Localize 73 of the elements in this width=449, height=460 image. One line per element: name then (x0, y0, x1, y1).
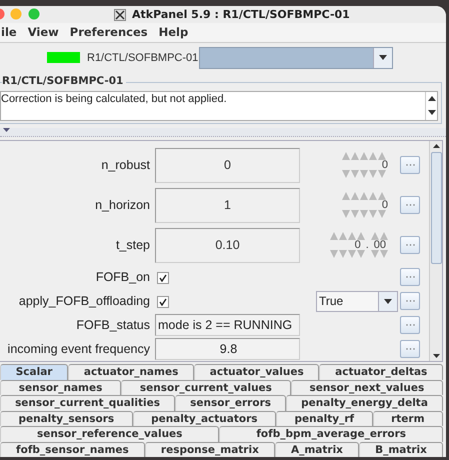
tab[interactable]: A_matrix (274, 442, 360, 457)
scroll-up-icon[interactable] (432, 144, 440, 148)
window-title: AtkPanel 5.9 : R1/CTL/SOFBMPC-01 (132, 8, 350, 21)
increment-arrows-icon[interactable] (342, 152, 388, 160)
value-display: 0.10 (155, 228, 300, 262)
more-button[interactable] (400, 196, 420, 214)
menu-item[interactable]: Preferences (70, 25, 148, 40)
attribute-label: t_step (114, 238, 151, 252)
attribute-label: apply_FOFB_offloading (18, 294, 151, 308)
tab[interactable]: sensor_reference_values (0, 426, 220, 442)
increment-arrows-icon[interactable] (342, 192, 388, 200)
attribute-label: FOFB_status (75, 318, 151, 332)
scroll-up-icon[interactable] (428, 96, 436, 102)
tab[interactable]: B_matrix (359, 442, 443, 457)
decrement-arrows-icon[interactable] (330, 250, 388, 258)
checkbox[interactable] (157, 296, 169, 308)
decrement-arrows-icon[interactable] (342, 170, 388, 178)
value-display: 0 (155, 148, 300, 182)
dropdown-arrow-icon (384, 298, 392, 304)
tab[interactable]: actuator_names (68, 364, 194, 380)
value-display: mode is 2 == RUNNING (155, 314, 300, 336)
decrement-arrows-icon[interactable] (342, 210, 388, 218)
menu-item[interactable]: View (28, 25, 59, 40)
tab[interactable]: rterm (372, 410, 443, 426)
tab[interactable]: actuator_values (194, 364, 320, 380)
tab[interactable]: sensor_next_values (290, 380, 443, 395)
window-controls-icon[interactable] (0, 8, 41, 20)
decimal-point: . (366, 240, 369, 250)
value-display: 1 (155, 188, 300, 222)
device-name: R1/CTL/SOFBMPC-01 (87, 52, 199, 64)
more-button[interactable] (400, 340, 420, 358)
spinner-value[interactable]: 0 (382, 160, 388, 170)
spinner-value[interactable]: 00 (374, 240, 386, 250)
more-button[interactable] (400, 268, 420, 286)
tab[interactable]: penalty_actuators (132, 410, 276, 426)
more-button[interactable] (400, 292, 420, 310)
tab[interactable]: penalty_rf (276, 410, 373, 426)
menu-item[interactable]: ile (1, 25, 17, 40)
status-message: Correction is being calculated, but not applied. (1, 92, 228, 107)
menu-item[interactable]: Help (158, 25, 188, 40)
value-display: 9.8 (155, 338, 300, 360)
more-button[interactable] (400, 316, 420, 334)
tab[interactable]: sensor_errors (175, 395, 286, 410)
tab[interactable]: sensor_current_qualities (0, 395, 176, 410)
tab[interactable]: fofb_bpm_average_errors (219, 426, 443, 442)
spinner-value[interactable]: 0 (382, 200, 388, 210)
scroll-down-icon[interactable] (432, 354, 440, 358)
tab[interactable]: penalty_sensors (0, 410, 133, 426)
attribute-label: FOFB_on (94, 270, 151, 284)
scroll-thumb[interactable] (430, 152, 442, 264)
dropdown-arrow-icon (379, 55, 387, 60)
tab[interactable]: sensor_names (0, 380, 122, 395)
increment-arrows-icon[interactable] (330, 232, 388, 240)
command-dropdown[interactable] (199, 46, 393, 69)
attribute-label: n_robust (100, 158, 151, 172)
vertical-scrollbar[interactable] (429, 141, 442, 361)
x-window-icon (114, 8, 126, 20)
tab[interactable]: sensor_current_values (121, 380, 291, 395)
attribute-label: n_horizon (94, 198, 151, 212)
more-button[interactable] (400, 236, 420, 254)
tab[interactable]: fofb_sensor_names (0, 442, 145, 457)
value-dropdown[interactable]: True (316, 290, 398, 312)
more-button[interactable] (400, 156, 420, 174)
checkbox[interactable] (157, 272, 169, 284)
tab[interactable]: penalty_energy_delta (286, 395, 443, 410)
tab[interactable]: actuator_deltas (319, 364, 444, 380)
collapse-arrow-icon[interactable] (3, 128, 10, 132)
scroll-down-icon[interactable] (428, 110, 436, 116)
spinner-value[interactable]: 0 (354, 240, 361, 250)
tab[interactable]: Scalar (0, 364, 68, 380)
attribute-label: incoming event frequency (6, 342, 151, 356)
status-title: R1/CTL/SOFBMPC-01 (2, 74, 126, 87)
tab[interactable]: response_matrix (144, 442, 275, 457)
